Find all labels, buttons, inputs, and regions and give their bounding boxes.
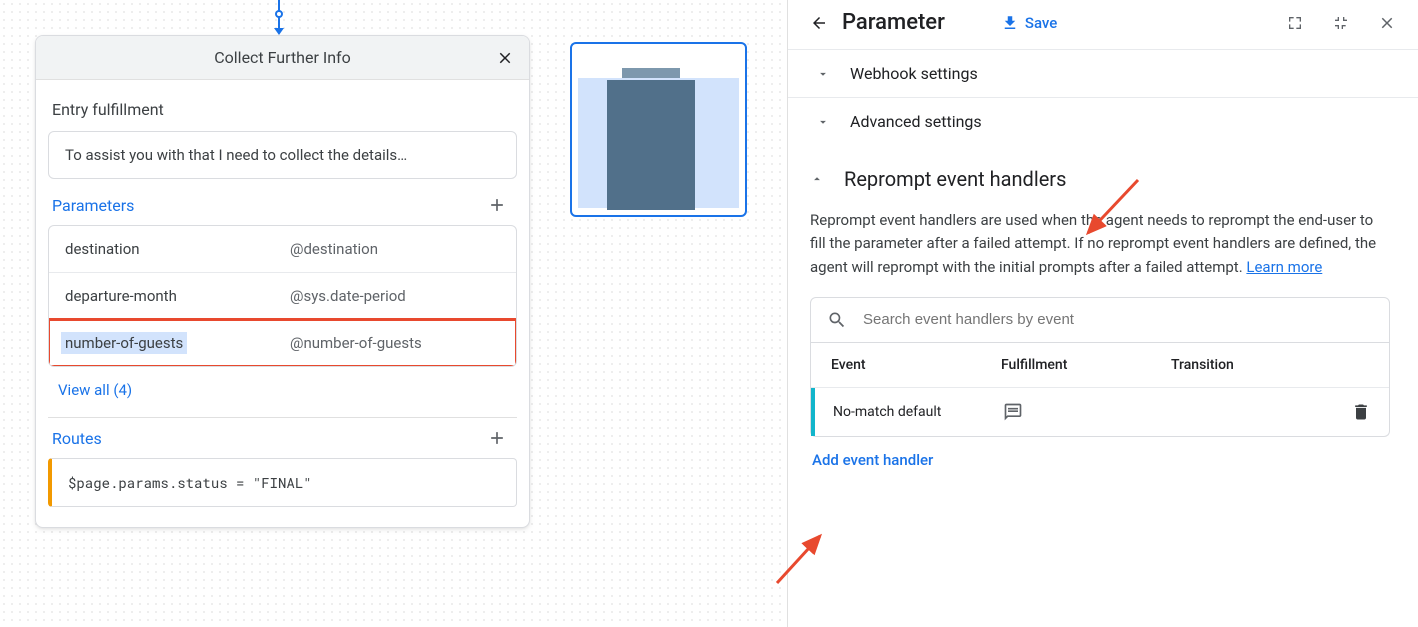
add-parameter-button[interactable] bbox=[481, 195, 513, 215]
flow-connector bbox=[278, 0, 280, 28]
search-icon bbox=[827, 310, 847, 330]
entry-fulfillment-text[interactable]: To assist you with that I need to collec… bbox=[48, 131, 517, 179]
parameter-list: destination @destination departure-month… bbox=[48, 225, 517, 367]
parameter-name: departure-month bbox=[65, 287, 290, 305]
col-fulfillment: Fulfillment bbox=[1001, 357, 1171, 373]
parameters-section-label[interactable]: Parameters bbox=[52, 196, 134, 215]
parameter-type: @number-of-guests bbox=[290, 334, 422, 352]
routes-section-label[interactable]: Routes bbox=[52, 429, 102, 448]
chevron-up-icon bbox=[810, 172, 826, 186]
parameter-row[interactable]: destination @destination bbox=[49, 226, 516, 273]
parameter-type: @destination bbox=[290, 240, 378, 258]
close-icon[interactable] bbox=[491, 44, 519, 72]
minimap-thumbnail[interactable] bbox=[570, 42, 747, 217]
fullscreen-icon[interactable] bbox=[1286, 14, 1304, 32]
close-panel-icon[interactable] bbox=[1378, 14, 1396, 32]
event-handlers-table: Event Fulfillment Transition No-match de… bbox=[810, 343, 1390, 437]
webhook-settings-section[interactable]: Webhook settings bbox=[788, 50, 1418, 98]
webhook-settings-label: Webhook settings bbox=[850, 64, 978, 83]
add-event-handler-button[interactable]: Add event handler bbox=[812, 451, 1388, 469]
view-all-link[interactable]: View all (4) bbox=[58, 381, 507, 399]
search-input[interactable] bbox=[863, 311, 1373, 328]
flow-card-header: Collect Further Info bbox=[36, 36, 529, 80]
flow-card-title: Collect Further Info bbox=[214, 48, 350, 67]
handler-event: No-match default bbox=[833, 404, 1003, 420]
flow-canvas[interactable]: Collect Further Info Entry fulfillment T… bbox=[0, 0, 787, 627]
parameter-name: destination bbox=[65, 240, 290, 258]
advanced-settings-label: Advanced settings bbox=[850, 112, 982, 131]
flow-page-card: Collect Further Info Entry fulfillment T… bbox=[35, 35, 530, 528]
col-event: Event bbox=[831, 357, 1001, 373]
parameter-type: @sys.date-period bbox=[290, 287, 406, 305]
chevron-down-icon bbox=[816, 115, 832, 129]
save-button[interactable]: Save bbox=[1001, 14, 1057, 32]
panel-title: Parameter bbox=[842, 10, 945, 35]
entry-fulfillment-label: Entry fulfillment bbox=[52, 100, 513, 119]
parameter-row[interactable]: departure-month @sys.date-period bbox=[49, 273, 516, 320]
col-transition: Transition bbox=[1171, 357, 1369, 373]
route-condition[interactable]: $page.params.status = "FINAL" bbox=[48, 458, 517, 507]
chevron-down-icon bbox=[816, 67, 832, 81]
reprompt-title: Reprompt event handlers bbox=[844, 167, 1066, 191]
parameter-row-selected[interactable]: number-of-guests @number-of-guests bbox=[49, 320, 516, 366]
back-arrow-icon[interactable] bbox=[810, 14, 828, 32]
learn-more-link[interactable]: Learn more bbox=[1246, 258, 1322, 276]
handler-search[interactable] bbox=[810, 297, 1390, 343]
reprompt-description: Reprompt event handlers are used when th… bbox=[810, 209, 1390, 279]
add-route-button[interactable] bbox=[481, 428, 513, 448]
advanced-settings-section[interactable]: Advanced settings bbox=[788, 98, 1418, 145]
parameter-name: number-of-guests bbox=[61, 332, 187, 354]
reprompt-section-header[interactable]: Reprompt event handlers bbox=[810, 167, 1390, 191]
save-label: Save bbox=[1025, 14, 1057, 32]
parameter-panel: Parameter Save Webhook bbox=[787, 0, 1418, 627]
handler-fulfillment-icon bbox=[1003, 402, 1173, 422]
handler-row[interactable]: No-match default bbox=[811, 388, 1389, 436]
delete-handler-icon[interactable] bbox=[1351, 402, 1371, 422]
exit-fullscreen-icon[interactable] bbox=[1332, 14, 1350, 32]
